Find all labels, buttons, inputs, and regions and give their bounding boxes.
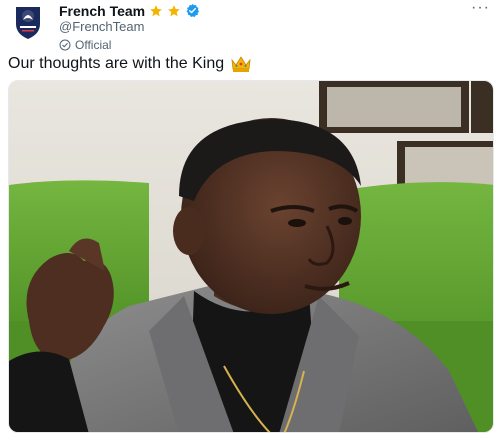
- photo-image: [9, 81, 493, 432]
- handle[interactable]: @FrenchTeam: [59, 19, 200, 35]
- tweet-text: Our thoughts are with the King: [8, 55, 225, 72]
- tweet-card: French Team @FrenchTeam Official ··· Our…: [0, 0, 500, 440]
- display-name[interactable]: French Team: [59, 3, 145, 19]
- star-icon: [150, 4, 162, 16]
- name-row: French Team: [59, 2, 200, 19]
- tweet-header: French Team @FrenchTeam Official: [59, 2, 200, 53]
- official-label-row: Official: [59, 37, 200, 53]
- fff-crest-icon: [16, 7, 40, 39]
- crown-emoji-icon: [231, 56, 251, 72]
- avatar[interactable]: [10, 4, 46, 40]
- official-check-icon: [59, 39, 71, 51]
- tweet-photo[interactable]: [8, 80, 494, 433]
- verified-badge-icon: [186, 3, 200, 17]
- star-icon: [168, 4, 180, 16]
- more-options-icon[interactable]: ···: [471, 0, 490, 16]
- official-label: Official: [75, 38, 112, 52]
- tweet-text-row: Our thoughts are with the King: [8, 55, 252, 73]
